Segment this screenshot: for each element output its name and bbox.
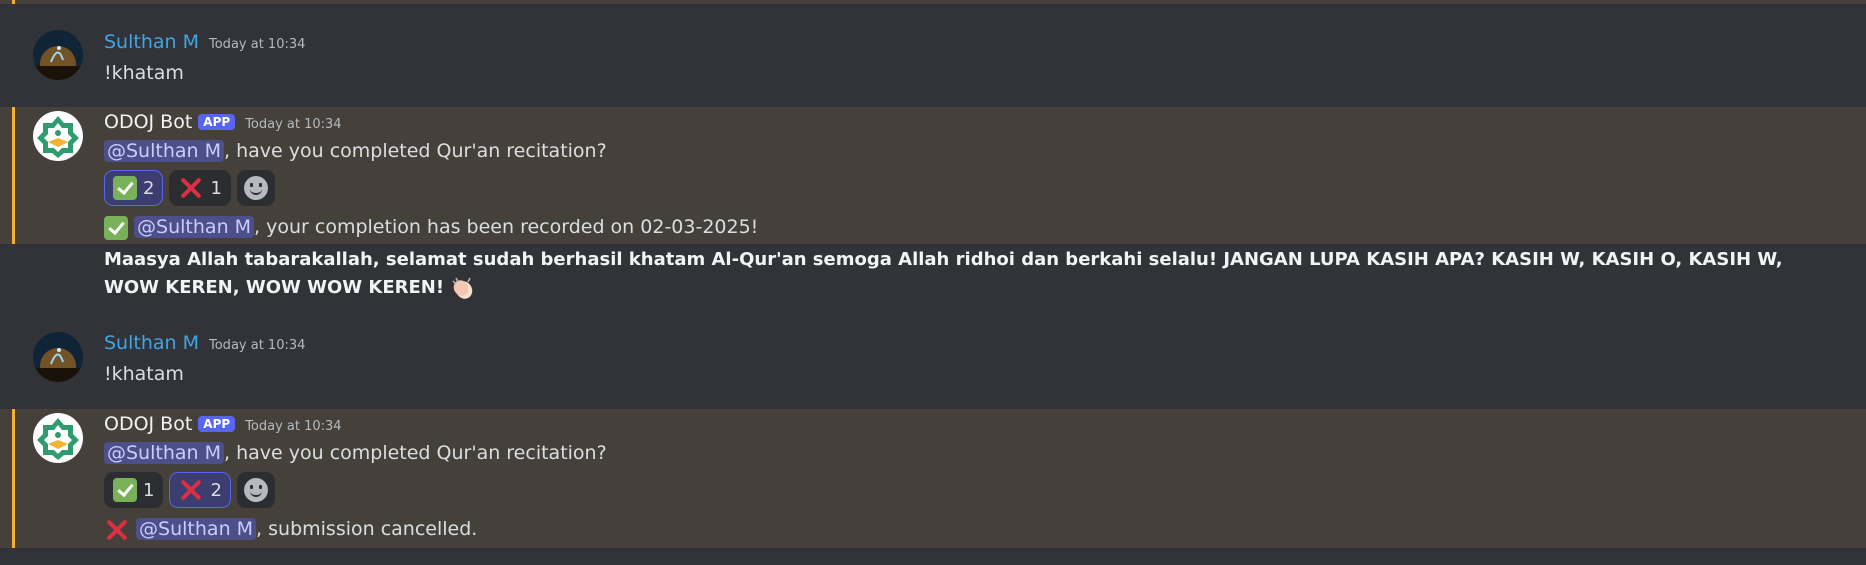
message-text: , have you completed Qur'an recitation?	[224, 442, 607, 464]
bot-avatar[interactable]	[33, 413, 83, 463]
add-reaction-button[interactable]	[236, 170, 275, 206]
reaction-count: 2	[143, 177, 155, 199]
quran-bot-icon	[33, 111, 83, 161]
reaction-bar: 1 2	[104, 472, 607, 508]
check-mark-icon	[104, 215, 128, 240]
bot-username[interactable]: ODOJ Bot	[104, 110, 192, 134]
message-text: , have you completed Qur'an recitation?	[224, 140, 607, 162]
reaction-check[interactable]: 1	[104, 472, 164, 508]
timestamp: Today at 10:34	[245, 117, 342, 132]
congrats-text: Maasya Allah tabarakallah, selamat sudah…	[104, 249, 1783, 298]
followup-text: , your completion has been recorded on 0…	[254, 216, 759, 238]
username[interactable]: Sulthan M	[104, 30, 199, 54]
user-mention[interactable]: @Sulthan M	[134, 216, 255, 238]
check-mark-icon	[113, 176, 137, 200]
followup-content: @Sulthan M, submission cancelled.	[104, 516, 607, 543]
smile-icon	[243, 478, 268, 502]
app-badge: APP	[198, 114, 236, 130]
reaction-count: 1	[143, 479, 155, 501]
cross-mark-icon	[178, 175, 204, 201]
clapping-hands-icon	[452, 277, 473, 299]
user-mention[interactable]: @Sulthan M	[104, 140, 224, 162]
reaction-count: 2	[210, 479, 222, 501]
timestamp: Today at 10:34	[209, 37, 306, 52]
reaction-cross[interactable]: 2	[169, 472, 231, 508]
user-avatar[interactable]	[33, 30, 83, 80]
cross-mark-icon	[178, 477, 204, 503]
user-mention[interactable]: @Sulthan M	[136, 518, 257, 540]
quran-bot-icon	[33, 413, 83, 463]
timestamp: Today at 10:34	[245, 419, 342, 434]
night-landscape-icon	[33, 30, 83, 80]
message-text: !khatam	[104, 62, 184, 84]
smile-icon	[243, 176, 268, 200]
reaction-bar: 2 1	[104, 170, 758, 206]
congrats-message: Maasya Allah tabarakallah, selamat sudah…	[104, 246, 1804, 302]
username[interactable]: Sulthan M	[104, 331, 199, 355]
followup-text: , submission cancelled.	[256, 518, 478, 540]
add-reaction-button[interactable]	[236, 472, 275, 508]
timestamp: Today at 10:34	[209, 338, 306, 353]
app-badge: APP	[198, 416, 236, 432]
bot-username[interactable]: ODOJ Bot	[104, 412, 192, 436]
reaction-count: 1	[210, 177, 222, 199]
followup-content: @Sulthan M, your completion has been rec…	[104, 214, 758, 240]
message-text: !khatam	[104, 363, 184, 385]
bot-avatar[interactable]	[33, 111, 83, 161]
user-mention[interactable]: @Sulthan M	[104, 442, 224, 464]
previous-highlight-bar	[12, 0, 15, 4]
user-avatar[interactable]	[33, 332, 83, 382]
reaction-cross[interactable]: 1	[169, 170, 231, 206]
cross-mark-icon	[104, 517, 130, 543]
previous-highlight-edge	[0, 0, 1866, 4]
reaction-check[interactable]: 2	[104, 170, 164, 206]
night-landscape-icon	[33, 332, 83, 382]
check-mark-icon	[113, 478, 137, 502]
message-content: @Sulthan M, have you completed Qur'an re…	[104, 440, 607, 466]
message-content: @Sulthan M, have you completed Qur'an re…	[104, 138, 758, 164]
